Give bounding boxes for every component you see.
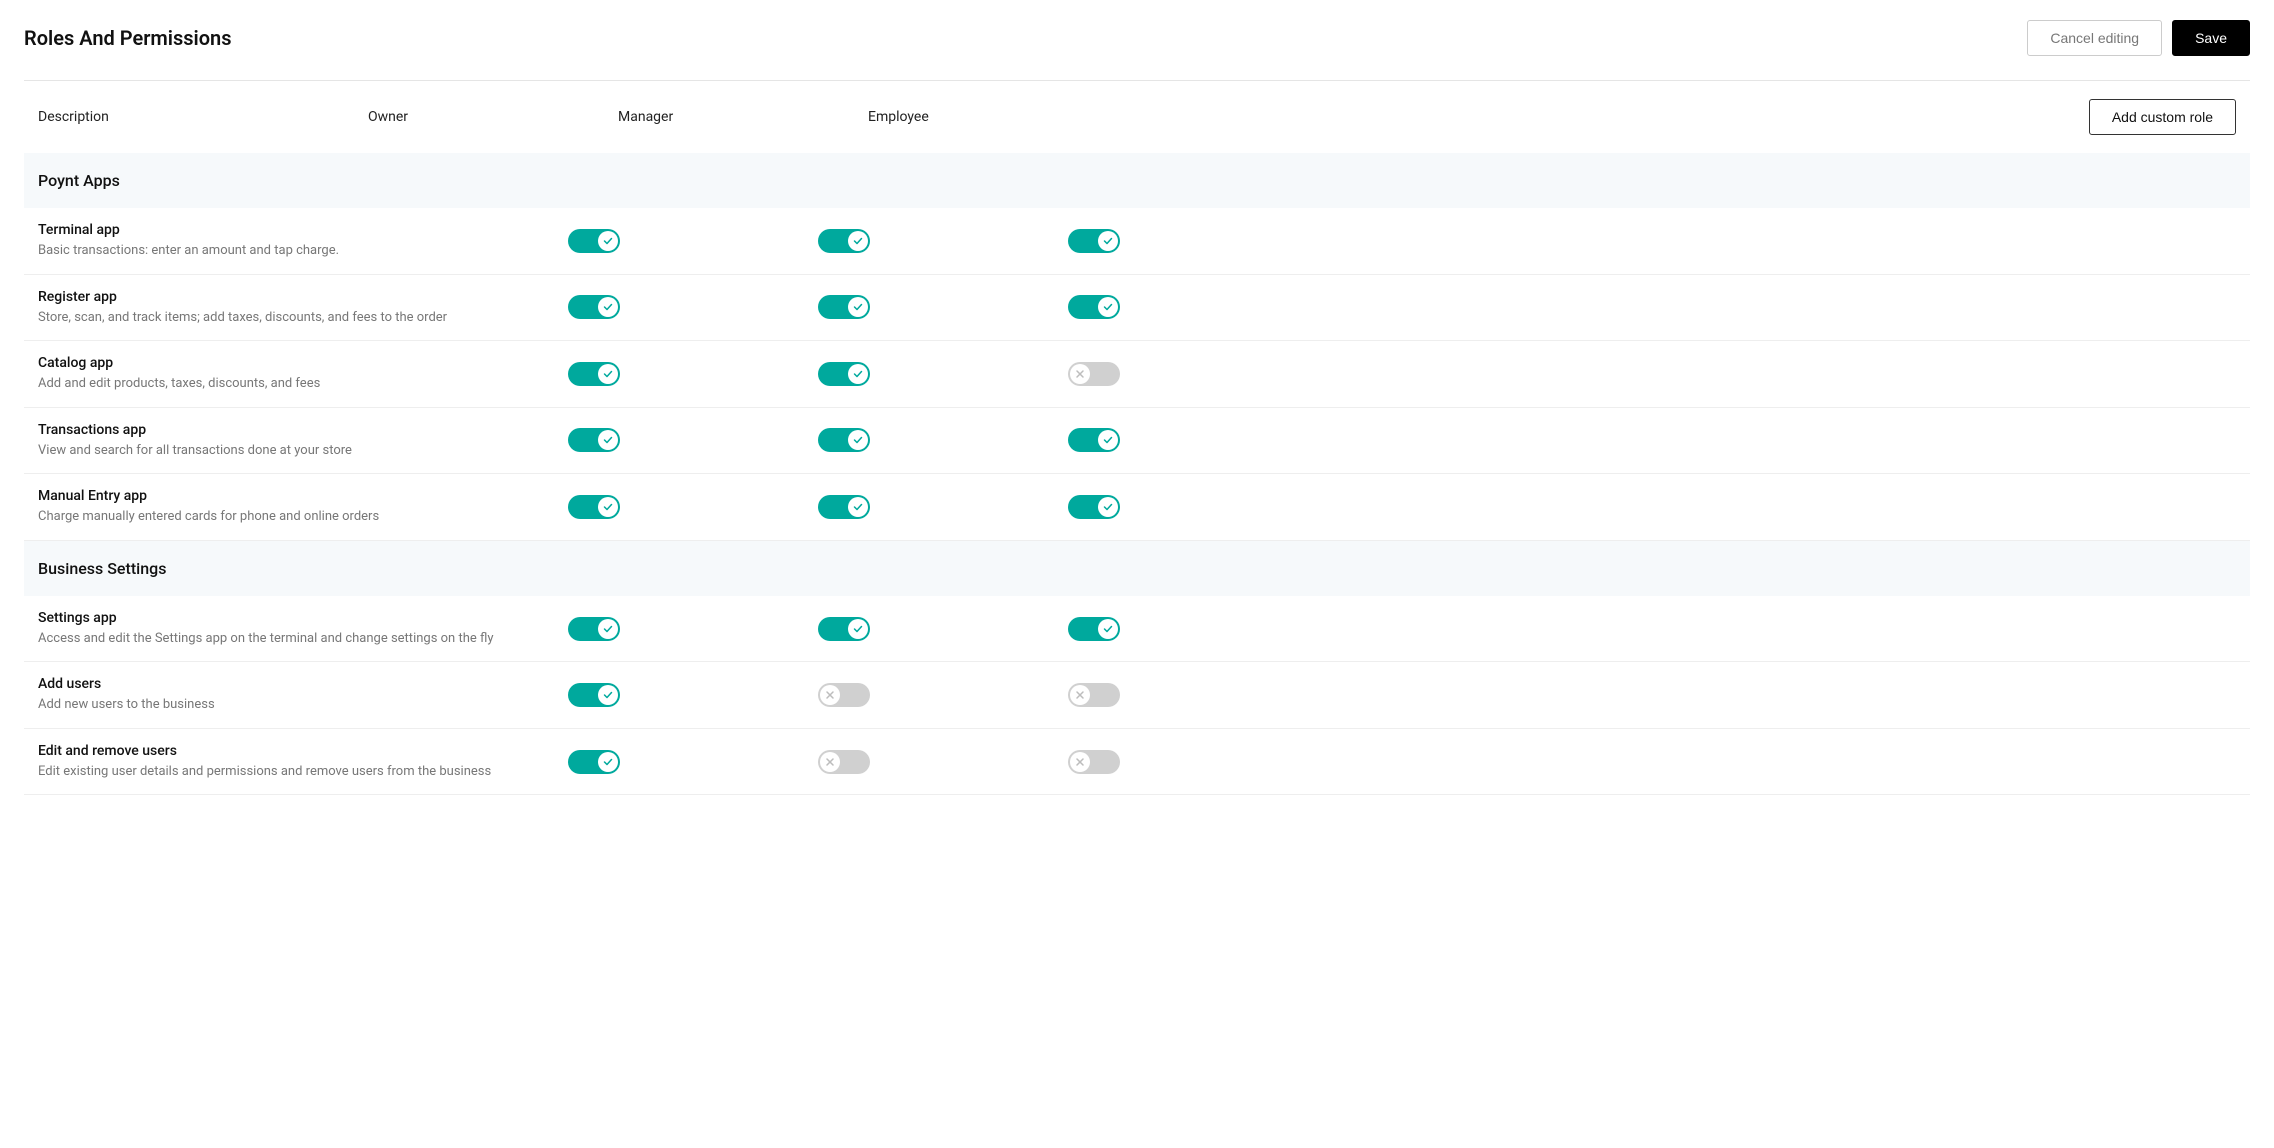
permission-title: Settings app [38, 610, 518, 626]
permission-subtext: Store, scan, and track items; add taxes,… [38, 309, 518, 327]
permission-row: Add users Add new users to the business [24, 662, 2250, 729]
permission-toggle[interactable] [1068, 428, 1120, 452]
column-role-employee: Employee [868, 109, 1118, 125]
permission-toggle[interactable] [818, 683, 870, 707]
permission-toggle[interactable] [818, 229, 870, 253]
close-icon [1070, 752, 1090, 772]
check-icon [1098, 430, 1118, 450]
permission-description: Settings app Access and edit the Settings… [38, 610, 538, 648]
permission-description: Terminal app Basic transactions: enter an… [38, 222, 538, 260]
permission-title: Register app [38, 289, 518, 305]
permission-row: Register app Store, scan, and track items… [24, 275, 2250, 342]
check-icon [598, 231, 618, 251]
permission-toggle[interactable] [818, 295, 870, 319]
permission-subtext: Edit existing user details and permissio… [38, 763, 518, 781]
check-icon [848, 497, 868, 517]
permission-subtext: Basic transactions: enter an amount and … [38, 242, 518, 260]
cancel-editing-button[interactable]: Cancel editing [2027, 20, 2162, 56]
permission-toggle[interactable] [568, 428, 620, 452]
permission-toggle[interactable] [818, 362, 870, 386]
column-role-owner: Owner [368, 109, 618, 125]
permission-description: Catalog app Add and edit products, taxes,… [38, 355, 538, 393]
check-icon [1098, 497, 1118, 517]
save-button[interactable]: Save [2172, 20, 2250, 56]
permission-toggle[interactable] [568, 617, 620, 641]
check-icon [848, 430, 868, 450]
close-icon [820, 685, 840, 705]
check-icon [598, 364, 618, 384]
check-icon [598, 497, 618, 517]
section-header: Poynt Apps [24, 153, 2250, 208]
check-icon [1098, 619, 1118, 639]
permission-title: Edit and remove users [38, 743, 518, 759]
permission-title: Transactions app [38, 422, 518, 438]
permission-description: Register app Store, scan, and track items… [38, 289, 538, 327]
permission-toggle[interactable] [818, 428, 870, 452]
permission-toggle[interactable] [568, 495, 620, 519]
page-header: Roles And Permissions Cancel editing Sav… [24, 20, 2250, 81]
check-icon [848, 619, 868, 639]
permission-toggle[interactable] [1068, 495, 1120, 519]
permission-toggle[interactable] [1068, 229, 1120, 253]
permission-subtext: Add and edit products, taxes, discounts,… [38, 375, 518, 393]
check-icon [848, 231, 868, 251]
permission-title: Catalog app [38, 355, 518, 371]
check-icon [598, 619, 618, 639]
close-icon [820, 752, 840, 772]
permission-row: Catalog app Add and edit products, taxes,… [24, 341, 2250, 408]
permission-toggle[interactable] [1068, 295, 1120, 319]
permission-toggle[interactable] [568, 295, 620, 319]
permission-row: Terminal app Basic transactions: enter an… [24, 208, 2250, 275]
check-icon [598, 685, 618, 705]
permission-toggle[interactable] [1068, 683, 1120, 707]
check-icon [598, 430, 618, 450]
permission-row: Manual Entry app Charge manually entered … [24, 474, 2250, 541]
check-icon [848, 297, 868, 317]
add-custom-role-button[interactable]: Add custom role [2089, 99, 2236, 135]
columns-header: Description Owner Manager Employee Add c… [24, 81, 2250, 153]
permission-subtext: Add new users to the business [38, 696, 518, 714]
permission-toggle[interactable] [1068, 362, 1120, 386]
permission-description: Manual Entry app Charge manually entered … [38, 488, 538, 526]
permission-row: Edit and remove users Edit existing user … [24, 729, 2250, 796]
section-header: Business Settings [24, 541, 2250, 596]
close-icon [1070, 364, 1090, 384]
permission-toggle[interactable] [818, 750, 870, 774]
check-icon [1098, 297, 1118, 317]
permission-toggle[interactable] [818, 617, 870, 641]
permission-toggle[interactable] [568, 750, 620, 774]
permission-toggle[interactable] [568, 683, 620, 707]
check-icon [598, 752, 618, 772]
page-title: Roles And Permissions [24, 26, 232, 50]
permission-description: Add users Add new users to the business [38, 676, 538, 714]
column-role-manager: Manager [618, 109, 868, 125]
permission-toggle[interactable] [818, 495, 870, 519]
check-icon [848, 364, 868, 384]
permission-subtext: Charge manually entered cards for phone … [38, 508, 518, 526]
check-icon [598, 297, 618, 317]
permission-toggle[interactable] [1068, 617, 1120, 641]
permission-subtext: Access and edit the Settings app on the … [38, 630, 518, 648]
permission-description: Edit and remove users Edit existing user … [38, 743, 538, 781]
permission-title: Manual Entry app [38, 488, 518, 504]
check-icon [1098, 231, 1118, 251]
close-icon [1070, 685, 1090, 705]
permission-toggle[interactable] [568, 362, 620, 386]
permission-toggle[interactable] [1068, 750, 1120, 774]
permission-subtext: View and search for all transactions don… [38, 442, 518, 460]
permission-title: Terminal app [38, 222, 518, 238]
column-description: Description [38, 109, 368, 125]
permission-title: Add users [38, 676, 518, 692]
permission-row: Transactions app View and search for all … [24, 408, 2250, 475]
permission-row: Settings app Access and edit the Settings… [24, 596, 2250, 663]
permission-toggle[interactable] [568, 229, 620, 253]
permission-description: Transactions app View and search for all … [38, 422, 538, 460]
